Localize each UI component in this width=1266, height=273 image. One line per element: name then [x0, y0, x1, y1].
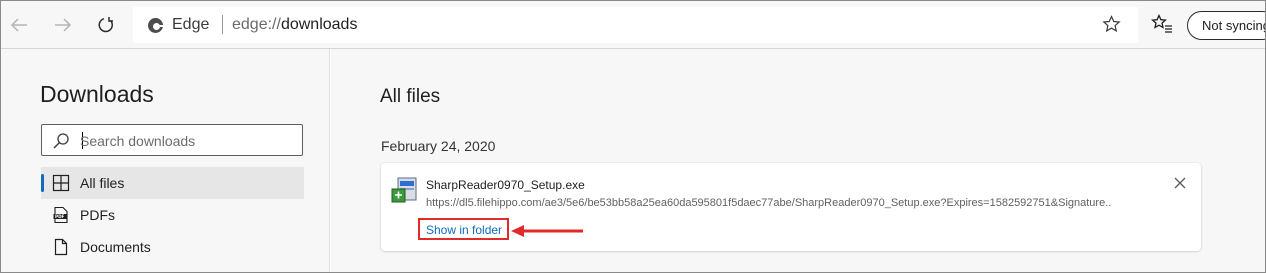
close-icon[interactable] — [1173, 176, 1187, 190]
sidebar-item-label: Documents — [80, 239, 151, 255]
address-url: edge://downloads — [232, 16, 357, 34]
sidebar-item-label: All files — [80, 175, 125, 191]
refresh-button[interactable] — [92, 11, 120, 39]
search-box[interactable] — [41, 124, 303, 156]
annotation-arrow-icon — [511, 225, 583, 237]
downloads-main: All files February 24, 2020 SharpReader0… — [331, 49, 1265, 272]
search-input[interactable] — [80, 131, 295, 151]
sync-status-button[interactable]: Not syncing — [1187, 11, 1265, 40]
sidebar-item-documents[interactable]: Documents — [41, 231, 304, 263]
address-divider — [222, 15, 223, 34]
address-url-path: downloads — [280, 16, 358, 33]
forward-arrow-icon — [55, 18, 72, 32]
svg-text:PDF: PDF — [55, 214, 65, 219]
document-icon — [54, 238, 68, 256]
browser-toolbar: Edge edge://downloads Not syncing — [1, 1, 1265, 49]
back-arrow-icon — [10, 18, 27, 32]
download-item[interactable]: SharpReader0970_Setup.exe https://dl5.fi… — [381, 163, 1201, 251]
favorite-star-icon[interactable] — [1102, 15, 1121, 34]
active-indicator — [41, 174, 44, 192]
sidebar-item-all-files[interactable]: All files — [41, 167, 304, 199]
sidebar-item-pdfs[interactable]: PDF PDFs — [41, 199, 304, 231]
grid-icon — [52, 174, 70, 192]
sidebar-title: Downloads — [40, 81, 154, 107]
edge-logo-icon — [148, 18, 163, 33]
address-site-name: Edge — [172, 16, 210, 33]
back-button[interactable] — [5, 11, 33, 39]
date-group-heading: February 24, 2020 — [381, 138, 496, 154]
highlight-box — [418, 218, 509, 240]
page-title: All files — [380, 86, 441, 107]
browser-window: Edge edge://downloads Not syncing Downlo… — [0, 0, 1266, 273]
address-url-scheme: edge:// — [232, 16, 281, 33]
sidebar-item-label: PDFs — [80, 207, 115, 223]
search-icon — [53, 133, 69, 149]
installer-icon — [391, 177, 417, 203]
downloads-sidebar: Downloads All files PDF PDFs Documents — [1, 49, 330, 272]
address-bar[interactable]: Edge edge://downloads — [133, 7, 1138, 43]
refresh-icon — [98, 17, 113, 33]
favorites-list-icon[interactable] — [1151, 14, 1173, 34]
file-source-url: https://dl5.filehippo.com/ae3/5e6/be53bb… — [426, 197, 1112, 209]
pdf-icon: PDF — [53, 206, 68, 224]
forward-button[interactable] — [49, 11, 77, 39]
file-name[interactable]: SharpReader0970_Setup.exe — [426, 178, 585, 192]
